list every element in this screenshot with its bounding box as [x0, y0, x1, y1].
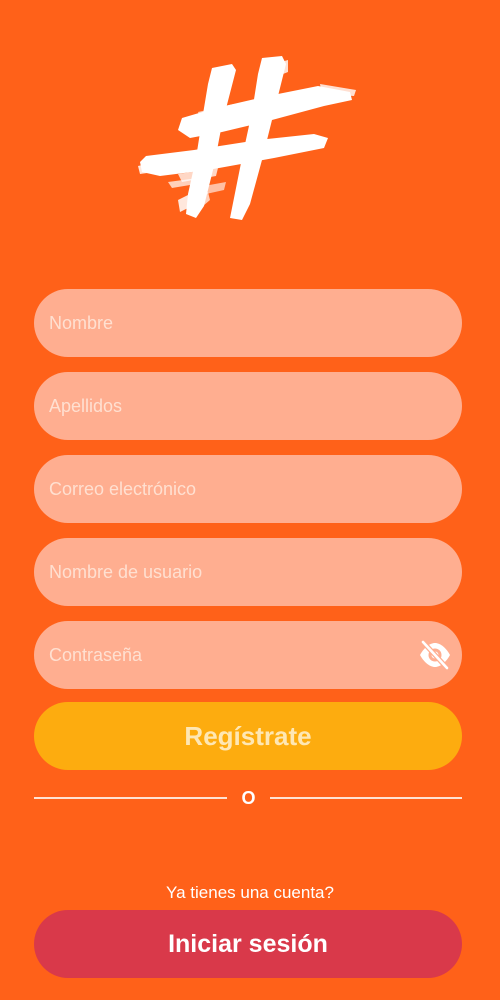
last-name-input[interactable] — [34, 372, 462, 440]
register-button[interactable]: Regístrate — [34, 702, 462, 770]
last-name-field — [34, 372, 462, 440]
password-field — [34, 621, 462, 689]
username-input[interactable] — [34, 538, 462, 606]
email-input[interactable] — [34, 455, 462, 523]
first-name-input[interactable] — [34, 289, 462, 357]
divider-line-left — [34, 797, 227, 799]
divider-label: O — [241, 788, 256, 808]
or-divider: O — [34, 787, 462, 809]
email-field — [34, 455, 462, 523]
first-name-field — [34, 289, 462, 357]
password-input[interactable] — [34, 621, 462, 689]
username-field — [34, 538, 462, 606]
have-account-text: Ya tienes una cuenta? — [166, 883, 334, 902]
hashtag-logo-icon — [138, 56, 356, 220]
login-button[interactable]: Iniciar sesión — [34, 910, 462, 978]
eye-off-icon[interactable] — [418, 639, 452, 671]
divider-line-right — [270, 797, 462, 799]
registration-form — [34, 289, 462, 704]
